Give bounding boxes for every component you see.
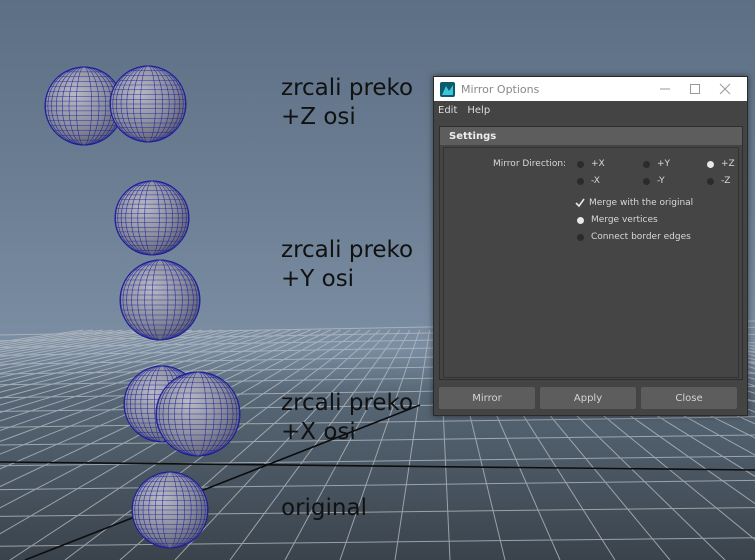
menu-edit[interactable]: Edit (438, 105, 457, 116)
maya-icon (440, 81, 455, 97)
caption-mirror-y: zrcali preko +Y osi (281, 237, 414, 292)
mirror-direction-neg-x[interactable]: -X (577, 176, 600, 186)
sphere-x-right[interactable] (155, 371, 241, 457)
connect-border-edges-label: Connect border edges (591, 232, 691, 242)
dialog-title: Mirror Options (461, 82, 540, 96)
caption-original: original (281, 495, 367, 521)
mirror-button[interactable]: Mirror (439, 387, 535, 409)
connect-border-edges-radio[interactable]: Connect border edges (577, 232, 691, 242)
sphere-y-bottom[interactable] (119, 259, 201, 341)
radio-dot (707, 177, 714, 185)
checkmark-icon (575, 198, 585, 208)
mirror-direction-neg-y[interactable]: -Y (643, 176, 665, 186)
radio-dot (643, 177, 650, 185)
mirror-direction-label: +X (591, 159, 605, 169)
radio-dot (577, 216, 584, 224)
sphere-z-right[interactable] (109, 65, 187, 143)
mirror-direction-pos-y[interactable]: +Y (643, 159, 670, 169)
radio-dot (577, 160, 584, 168)
sphere-y-top[interactable] (114, 180, 190, 256)
mirror-direction-label: +Y (657, 159, 671, 169)
mirror-direction-label: -X (591, 176, 600, 186)
menu-help[interactable]: Help (467, 105, 490, 116)
merge-vertices-label: Merge vertices (591, 215, 658, 225)
radio-dot (577, 233, 584, 241)
mirror-direction-label: +Z (721, 159, 735, 169)
close-icon[interactable] (710, 77, 740, 101)
merge-with-original-label: Merge with the original (589, 198, 694, 208)
close-button[interactable]: Close (641, 387, 737, 409)
apply-button[interactable]: Apply (540, 387, 636, 409)
radio-dot (577, 177, 584, 185)
mirror-options-dialog: Mirror Options Edit Help Settings Mirror… (433, 76, 748, 416)
settings-body: Mirror Direction: +X +Y +Z -X -Y -Z Merge wit… (443, 147, 739, 378)
settings-frame: Settings Mirror Direction: +X +Y +Z -X -Y -Z … (439, 126, 743, 380)
mirror-direction-pos-x[interactable]: +X (577, 159, 605, 169)
radio-dot (707, 160, 714, 168)
minimize-icon[interactable] (650, 77, 680, 101)
merge-with-original-checkbox[interactable]: Merge with the original (575, 198, 693, 208)
caption-mirror-x: zrcali preko +X osi (281, 390, 414, 445)
caption-mirror-z: zrcali preko +Z osi (281, 75, 414, 130)
sphere-original[interactable] (131, 471, 209, 549)
mirror-direction-neg-z[interactable]: -Z (707, 176, 730, 186)
merge-vertices-radio[interactable]: Merge vertices (577, 215, 658, 225)
mirror-direction-label: -Y (657, 176, 665, 186)
radio-dot (643, 160, 650, 168)
mirror-direction-pos-z[interactable]: +Z (707, 159, 735, 169)
dialog-menubar: Edit Help (434, 101, 747, 119)
mirror-direction-label: Mirror Direction: (493, 159, 567, 169)
settings-header[interactable]: Settings (440, 127, 742, 145)
maximize-icon[interactable] (680, 77, 710, 101)
settings-title: Settings (449, 130, 497, 142)
dialog-titlebar[interactable]: Mirror Options (434, 77, 747, 101)
mirror-direction-label: -Z (721, 176, 731, 186)
